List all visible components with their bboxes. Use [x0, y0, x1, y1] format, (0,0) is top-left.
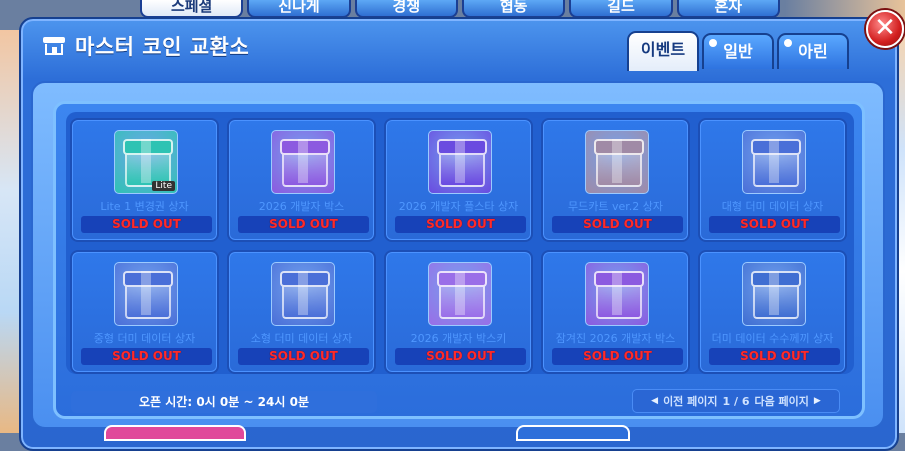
- background-left-panel: [0, 30, 20, 433]
- data-box-icon: [742, 262, 806, 326]
- close-icon: ✕: [874, 13, 896, 43]
- background-menu-tabs: 스페셜 신나게 경쟁 협동 길드 혼자: [140, 0, 780, 18]
- window-title: 마스터 코인 교환소: [75, 35, 250, 59]
- tab-general[interactable]: 일반: [702, 33, 774, 69]
- item-name: 대형 더미 데이터 상자: [721, 200, 824, 213]
- shop-item-card[interactable]: 2026 개발자 박스키 SOLD OUT: [384, 250, 533, 374]
- kart-box-icon: [585, 130, 649, 194]
- item-name: 2026 개발자 박스: [258, 200, 345, 213]
- sold-out-badge: SOLD OUT: [395, 348, 526, 365]
- item-tag-badge: Lite: [152, 181, 175, 191]
- tab-general-label: 일반: [723, 42, 753, 61]
- gift-box-icon: [428, 130, 492, 194]
- purple-box-icon: [585, 262, 649, 326]
- bottom-decor: [40, 425, 640, 441]
- background-tab: 협동: [461, 0, 566, 18]
- page-indicator: 1 / 6: [722, 394, 750, 408]
- background-tab: 스페셜: [140, 0, 244, 18]
- tab-arin-label: 아린: [798, 42, 828, 61]
- content-frame: Lite Lite 1 변경권 상자 SOLD OUT 2026 개발자 박스 SOLD…: [31, 81, 885, 429]
- shop-item-card[interactable]: 2026 개발자 플스타 상자 SOLD OUT: [384, 118, 533, 242]
- sold-out-badge: SOLD OUT: [238, 348, 369, 365]
- tab-event[interactable]: 이벤트: [627, 31, 699, 71]
- sold-out-badge: SOLD OUT: [81, 216, 212, 233]
- shop-item-card[interactable]: 더미 데이터 수수께끼 상자 SOLD OUT: [698, 250, 847, 374]
- background-tab: 신나게: [247, 0, 351, 18]
- item-name: 잠겨진 2026 개발자 박스: [555, 332, 676, 345]
- item-grid: Lite Lite 1 변경권 상자 SOLD OUT 2026 개발자 박스 SOLD…: [66, 112, 854, 374]
- sold-out-badge: SOLD OUT: [552, 348, 683, 365]
- item-name: 소형 더미 데이터 상자: [250, 332, 353, 345]
- background-tab: 경쟁: [354, 0, 458, 18]
- sold-out-badge: SOLD OUT: [709, 216, 840, 233]
- close-button[interactable]: ✕: [866, 10, 904, 48]
- prev-page-button[interactable]: 이전 페이지: [663, 393, 717, 409]
- pagination: ◀ 이전 페이지 1 / 6 다음 페이지 ▶: [632, 389, 840, 413]
- shop-icon: [43, 37, 65, 55]
- tab-arin[interactable]: 아린: [777, 33, 849, 69]
- shop-item-card[interactable]: 중형 더미 데이터 상자 SOLD OUT: [70, 250, 219, 374]
- data-box-icon: [742, 130, 806, 194]
- item-name: 2026 개발자 박스키: [410, 332, 507, 345]
- data-box-icon: [114, 262, 178, 326]
- next-arrow-icon[interactable]: ▶: [814, 396, 821, 406]
- shop-item-card[interactable]: 잠겨진 2026 개발자 박스 SOLD OUT: [541, 250, 690, 374]
- sold-out-badge: SOLD OUT: [395, 216, 526, 233]
- item-name: 무드카트 ver.2 상자: [568, 200, 663, 213]
- item-name: 중형 더미 데이터 상자: [93, 332, 196, 345]
- shop-item-card[interactable]: Lite Lite 1 변경권 상자 SOLD OUT: [70, 118, 219, 242]
- next-page-button[interactable]: 다음 페이지: [754, 393, 808, 409]
- open-time-label: 오픈 시간: 0시 0분 ~ 24시 0분: [71, 391, 377, 413]
- background-tab: 길드: [569, 0, 673, 18]
- background-tab: 혼자: [676, 0, 780, 18]
- purple-box-icon: [271, 130, 335, 194]
- prev-arrow-icon[interactable]: ◀: [651, 396, 658, 406]
- teal-chest-icon: Lite: [114, 130, 178, 194]
- shop-item-card[interactable]: 2026 개발자 박스 SOLD OUT: [227, 118, 376, 242]
- shop-panel: Lite Lite 1 변경권 상자 SOLD OUT 2026 개발자 박스 SOLD…: [53, 101, 865, 419]
- tab-marker-icon: [784, 39, 792, 47]
- item-name: Lite 1 변경권 상자: [100, 200, 189, 213]
- sold-out-badge: SOLD OUT: [238, 216, 369, 233]
- tab-event-label: 이벤트: [640, 40, 686, 59]
- item-name: 더미 데이터 수수께끼 상자: [711, 332, 834, 345]
- category-tabs: 이벤트 일반 아린: [627, 31, 849, 73]
- shop-item-card[interactable]: 소형 더미 데이터 상자 SOLD OUT: [227, 250, 376, 374]
- shop-item-card[interactable]: 무드카트 ver.2 상자 SOLD OUT: [541, 118, 690, 242]
- shop-item-card[interactable]: 대형 더미 데이터 상자 SOLD OUT: [698, 118, 847, 242]
- key-icon: [428, 262, 492, 326]
- data-box-icon: [271, 262, 335, 326]
- sold-out-badge: SOLD OUT: [709, 348, 840, 365]
- tab-marker-icon: [709, 39, 717, 47]
- sold-out-badge: SOLD OUT: [552, 216, 683, 233]
- item-name: 2026 개발자 플스타 상자: [398, 200, 519, 213]
- title-bar: 마스터 코인 교환소: [43, 31, 249, 61]
- sold-out-badge: SOLD OUT: [81, 348, 212, 365]
- coin-exchange-window: 마스터 코인 교환소 이벤트 일반 아린 Lite Lite 1 변경권 상자 SO…: [19, 17, 899, 451]
